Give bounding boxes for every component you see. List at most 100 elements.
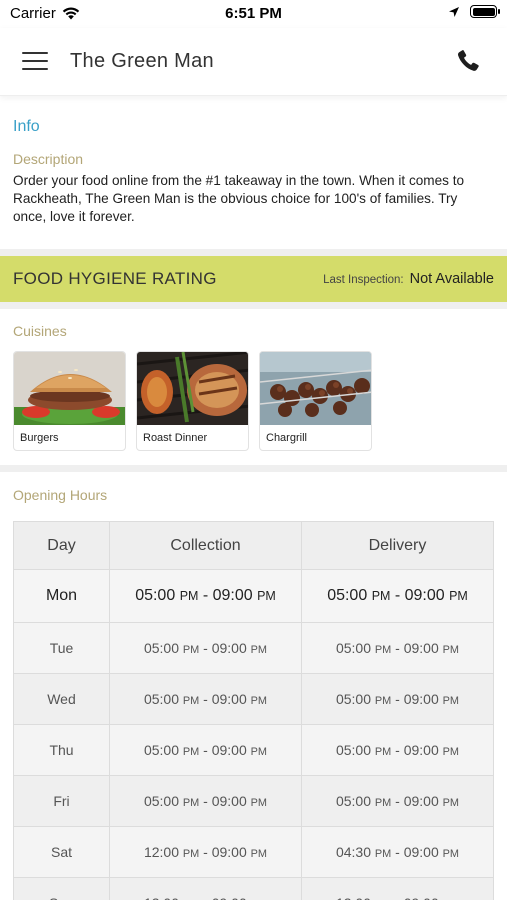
info-heading: Info xyxy=(13,118,40,135)
time-period: PM xyxy=(374,848,392,860)
column-header-day: Day xyxy=(13,521,110,570)
day-cell: Tue xyxy=(13,622,110,674)
delivery-hours-cell: 05:00 PM - 09:00 PM xyxy=(301,775,494,827)
time-period: PM xyxy=(374,644,392,656)
column-header-delivery: Delivery xyxy=(301,521,494,570)
cuisines-label: Cuisines xyxy=(13,323,67,339)
food-hygiene-banner: FOOD HYGIENE RATING Last Inspection: Not… xyxy=(0,256,507,302)
section-divider xyxy=(0,465,507,472)
collection-hours-cell: 05:00 PM - 09:00 PM xyxy=(109,673,302,725)
day-cell: Thu xyxy=(13,724,110,776)
description-text: Order your food online from the #1 takea… xyxy=(13,173,465,224)
last-inspection: Last Inspection: Not Available xyxy=(323,271,494,287)
time-value: 05:00 xyxy=(143,742,180,758)
day-cell: Sat xyxy=(13,826,110,878)
time-value: 09:00 xyxy=(403,691,439,707)
time-period: PM xyxy=(250,644,268,656)
time-value: 05:00 xyxy=(327,587,368,604)
cuisine-name: Burgers xyxy=(20,432,59,444)
time-value: 05:00 xyxy=(335,640,372,656)
time-value: 09:00 xyxy=(211,844,247,860)
clock: 6:51 PM xyxy=(225,5,282,22)
column-header-collection: Collection xyxy=(109,521,302,570)
time-value: 05:00 xyxy=(143,640,180,656)
hamburger-menu-icon[interactable] xyxy=(22,52,48,72)
time-period: PM xyxy=(182,848,200,860)
navigation-bar: The Green Man xyxy=(0,28,507,96)
delivery-hours-cell: 05:00 PM - 09:00 PM xyxy=(301,569,494,623)
battery-icon xyxy=(470,5,500,18)
opening-hours-label: Opening Hours xyxy=(13,487,108,503)
table-row: Sun12:00 PM - 09:00 PM12:00 PM - 09:00 P… xyxy=(13,877,494,900)
time-period: PM xyxy=(182,644,200,656)
day-cell: Wed xyxy=(13,673,110,725)
collection-hours-cell: 12:00 PM - 09:00 PM xyxy=(109,826,302,878)
day-cell: Sun xyxy=(13,877,110,900)
time-value: 04:30 xyxy=(335,844,372,860)
day-cell: Mon xyxy=(13,569,110,623)
day-cell: Fri xyxy=(13,775,110,827)
description-label: Description xyxy=(13,151,84,167)
time-value: 09:00 xyxy=(404,895,439,900)
phone-icon[interactable] xyxy=(455,48,481,74)
delivery-hours-cell: 05:00 PM - 09:00 PM xyxy=(301,673,494,725)
time-period: PM xyxy=(250,848,268,860)
collection-hours-cell: 05:00 PM - 09:00 PM xyxy=(109,724,302,776)
location-arrow-icon xyxy=(449,6,459,17)
hygiene-title: FOOD HYGIENE RATING xyxy=(13,269,217,288)
delivery-hours-cell: 05:00 PM - 09:00 PM xyxy=(301,622,494,674)
time-value: 09:00 xyxy=(404,587,445,604)
collection-hours-cell: 12:00 PM - 09:00 PM xyxy=(109,877,302,900)
time-period: PM xyxy=(182,797,200,809)
opening-hours-section: Opening Hours Day Collection Delivery Mo… xyxy=(0,487,507,900)
time-value: 09:00 xyxy=(211,742,247,758)
time-value: 09:00 xyxy=(403,742,439,758)
section-divider xyxy=(0,249,507,256)
time-period: PM xyxy=(442,848,460,860)
cuisine-card-burgers[interactable]: Burgers xyxy=(13,351,126,451)
info-section: Info Description Order your food online … xyxy=(0,96,507,226)
collection-hours-cell: 05:00 PM - 09:00 PM xyxy=(109,622,302,674)
time-value: 05:00 xyxy=(135,587,176,604)
time-period: PM xyxy=(182,695,200,707)
time-period: PM xyxy=(257,589,276,603)
time-period: PM xyxy=(449,589,468,603)
opening-hours-rows: Mon 05:00 PM - 09:00 PM 05:00 PM - 09:00 P… xyxy=(13,569,494,900)
time-value: 05:00 xyxy=(335,793,372,809)
burger-image xyxy=(14,352,125,425)
chargrill-image xyxy=(260,352,371,425)
page-title: The Green Man xyxy=(70,50,214,72)
time-value: 09:00 xyxy=(212,587,253,604)
time-period: PM xyxy=(374,746,392,758)
time-value: 09:00 xyxy=(403,793,439,809)
time-value: 12:00 xyxy=(144,895,179,900)
delivery-hours-cell: 04:30 PM - 09:00 PM xyxy=(301,826,494,878)
time-period: PM xyxy=(179,589,199,603)
last-inspection-value: Not Available xyxy=(409,271,494,287)
delivery-hours-cell: 12:00 PM - 09:00 PM xyxy=(301,877,494,900)
time-value: 09:00 xyxy=(212,895,247,900)
time-value: 09:00 xyxy=(211,793,247,809)
section-divider xyxy=(0,302,507,309)
cuisine-card-chargrill[interactable]: Chargrill xyxy=(259,351,372,451)
cuisine-list: Burgers Roast Dinner Chargrill xyxy=(13,351,494,451)
last-inspection-label: Last Inspection: xyxy=(323,274,404,286)
time-period: PM xyxy=(442,746,460,758)
time-period: PM xyxy=(442,695,460,707)
time-value: 12:00 xyxy=(143,844,180,860)
time-period: PM xyxy=(374,695,392,707)
time-value: 05:00 xyxy=(143,793,180,809)
time-value: 09:00 xyxy=(403,844,439,860)
time-period: PM xyxy=(250,695,268,707)
cuisine-name: Roast Dinner xyxy=(143,432,208,444)
collection-hours-cell: 05:00 PM - 09:00 PM xyxy=(109,775,302,827)
cuisine-card-roast-dinner[interactable]: Roast Dinner xyxy=(136,351,249,451)
cuisines-section: Cuisines Burgers Roast Dinner Chargrill xyxy=(0,323,507,451)
delivery-hours-cell: 05:00 PM - 09:00 PM xyxy=(301,724,494,776)
table-row: Fri 05:00 PM - 09:00 PM 05:00 PM - 09:00 P… xyxy=(13,775,494,827)
time-value: 05:00 xyxy=(335,691,372,707)
cuisine-name: Chargrill xyxy=(266,432,307,444)
roast-dinner-image xyxy=(137,352,248,425)
time-period: PM xyxy=(374,797,392,809)
time-period: PM xyxy=(371,589,391,603)
